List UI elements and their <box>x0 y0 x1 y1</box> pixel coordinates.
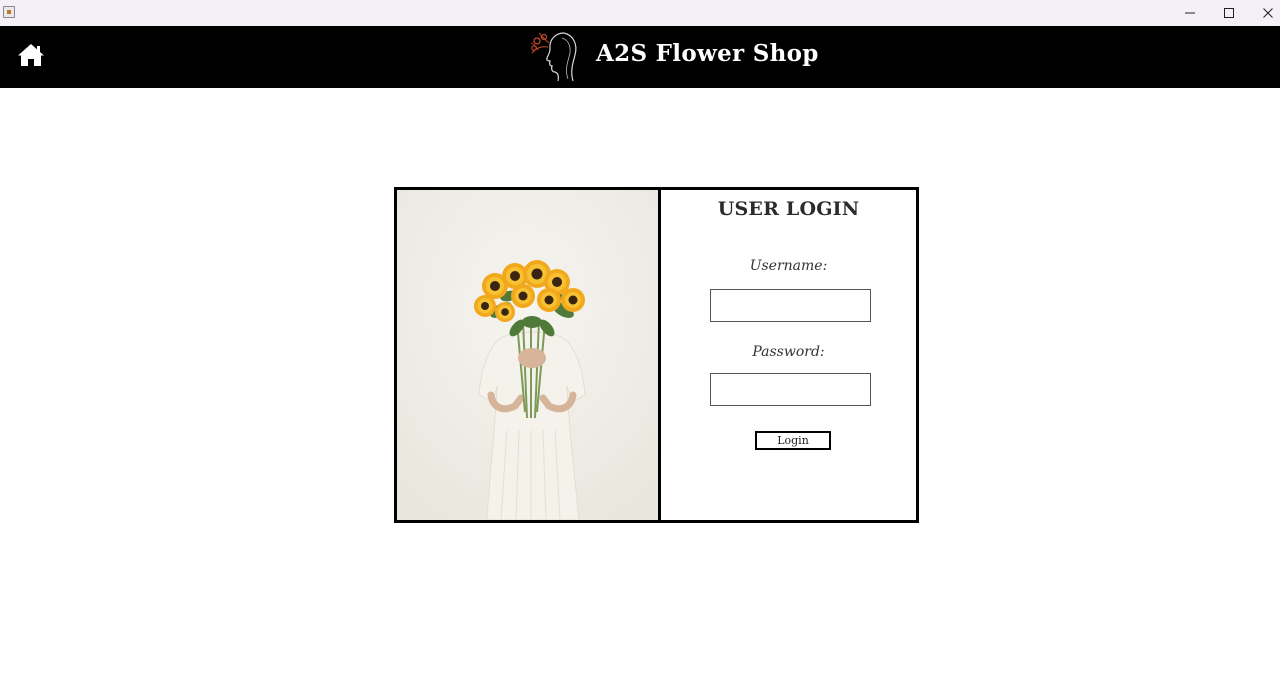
minimize-icon <box>1185 12 1195 14</box>
maximize-button[interactable] <box>1209 0 1249 26</box>
close-button[interactable] <box>1248 0 1280 26</box>
close-icon <box>1263 8 1273 18</box>
java-app-icon <box>3 6 15 18</box>
app-header: A2S Flower Shop <box>0 26 1280 88</box>
username-label: Username: <box>749 258 828 274</box>
login-title: USER LOGIN <box>717 198 860 220</box>
woman-holding-sunflowers-photo <box>397 190 661 520</box>
sunflower-bouquet-image <box>397 190 658 520</box>
woman-silhouette-logo <box>530 32 577 82</box>
username-field[interactable] <box>710 289 871 322</box>
login-card: USER LOGIN Username: Password: Login <box>394 187 919 523</box>
home-icon[interactable] <box>17 42 45 68</box>
login-button[interactable]: Login <box>755 431 831 450</box>
login-form: USER LOGIN Username: Password: Login <box>661 190 916 520</box>
password-label: Password: <box>752 344 825 360</box>
brand-title: A2S Flower Shop <box>596 40 819 67</box>
minimize-button[interactable] <box>1170 0 1210 26</box>
maximize-icon <box>1224 8 1234 18</box>
window-titlebar <box>0 0 1280 27</box>
password-field[interactable] <box>710 373 871 406</box>
